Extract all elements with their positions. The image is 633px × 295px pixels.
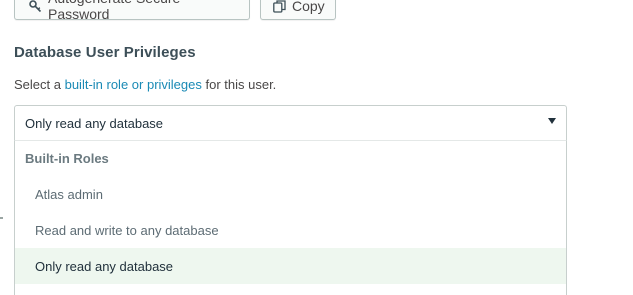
option-label: Only read any database bbox=[35, 258, 174, 274]
privileges-select-value: Only read any database bbox=[25, 115, 164, 131]
option-atlas-admin[interactable]: Atlas admin bbox=[15, 176, 566, 212]
help-prefix: Select a bbox=[14, 77, 65, 92]
section-title: Database User Privileges bbox=[14, 44, 196, 61]
database-user-form: Autogenerate Secure Password Copy Databa… bbox=[0, 0, 633, 295]
option-label: Read and write to any database bbox=[35, 222, 219, 238]
built-in-roles-link[interactable]: built-in role or privileges bbox=[65, 77, 202, 92]
privileges-dropdown-menu: Built-in Roles Atlas admin Read and writ… bbox=[14, 141, 567, 295]
option-read-any-database[interactable]: Only read any database bbox=[15, 248, 566, 284]
autogenerate-password-label: Autogenerate Secure Password bbox=[48, 0, 180, 22]
menu-group-label: Built-in Roles bbox=[25, 151, 109, 166]
option-read-write-any-database[interactable]: Read and write to any database bbox=[15, 212, 566, 248]
chevron-down-icon[interactable] bbox=[548, 118, 556, 124]
copy-icon bbox=[273, 0, 286, 13]
autogenerate-password-button[interactable]: Autogenerate Secure Password bbox=[14, 0, 250, 22]
help-suffix: for this user. bbox=[201, 77, 277, 92]
option-label: Atlas admin bbox=[35, 186, 103, 202]
privileges-help-text: Select a built-in role or privileges for… bbox=[14, 77, 276, 92]
copy-label: Copy bbox=[292, 0, 325, 14]
copy-button[interactable]: Copy bbox=[260, 0, 336, 20]
privileges-select[interactable]: Only read any database bbox=[14, 105, 567, 141]
key-icon bbox=[29, 0, 42, 13]
divider bbox=[0, 217, 3, 219]
